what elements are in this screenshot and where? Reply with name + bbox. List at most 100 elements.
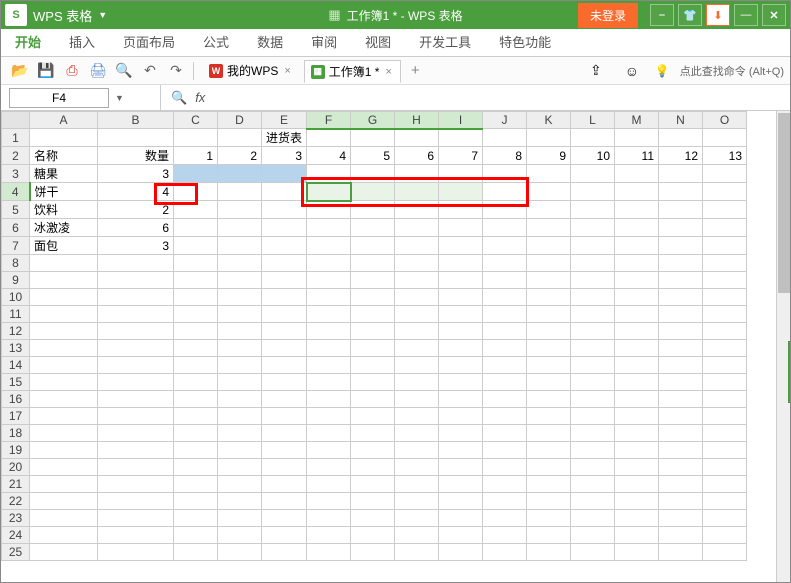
cell-H18[interactable]: [395, 425, 439, 442]
cell-F25[interactable]: [307, 544, 351, 561]
cell-K3[interactable]: [527, 165, 571, 183]
cell-O20[interactable]: [703, 459, 747, 476]
cell-L8[interactable]: [571, 255, 615, 272]
cell-O21[interactable]: [703, 476, 747, 493]
cell-D8[interactable]: [218, 255, 262, 272]
cell-D6[interactable]: [218, 219, 262, 237]
cell-G15[interactable]: [351, 374, 395, 391]
menu-insert[interactable]: 插入: [65, 27, 99, 56]
row-header-16[interactable]: 16: [2, 391, 30, 408]
cell-L4[interactable]: [571, 183, 615, 201]
cell-D24[interactable]: [218, 527, 262, 544]
cell-D23[interactable]: [218, 510, 262, 527]
column-header-G[interactable]: G: [351, 112, 395, 129]
cell-J20[interactable]: [483, 459, 527, 476]
cell-E21[interactable]: [262, 476, 307, 493]
cell-A24[interactable]: [30, 527, 98, 544]
cell-I13[interactable]: [439, 340, 483, 357]
cell-O11[interactable]: [703, 306, 747, 323]
fx-label[interactable]: fx: [195, 90, 205, 105]
cell-A9[interactable]: [30, 272, 98, 289]
cell-I10[interactable]: [439, 289, 483, 306]
cell-E2[interactable]: 3: [262, 147, 307, 165]
cell-G16[interactable]: [351, 391, 395, 408]
tab-close-icon[interactable]: ×: [282, 65, 292, 77]
cell-K7[interactable]: [527, 237, 571, 255]
row-header-21[interactable]: 21: [2, 476, 30, 493]
row-header-11[interactable]: 11: [2, 306, 30, 323]
cell-M6[interactable]: [615, 219, 659, 237]
cell-J8[interactable]: [483, 255, 527, 272]
cell-B12[interactable]: [98, 323, 174, 340]
cell-G13[interactable]: [351, 340, 395, 357]
cell-H21[interactable]: [395, 476, 439, 493]
cell-E17[interactable]: [262, 408, 307, 425]
cell-K21[interactable]: [527, 476, 571, 493]
cell-M15[interactable]: [615, 374, 659, 391]
cell-B22[interactable]: [98, 493, 174, 510]
cell-F24[interactable]: [307, 527, 351, 544]
cell-G5[interactable]: [351, 201, 395, 219]
cell-O24[interactable]: [703, 527, 747, 544]
export-pdf-icon[interactable]: ⎙: [63, 62, 81, 80]
cell-E9[interactable]: [262, 272, 307, 289]
cell-F21[interactable]: [307, 476, 351, 493]
cell-H7[interactable]: [395, 237, 439, 255]
cell-J2[interactable]: 8: [483, 147, 527, 165]
cell-D4[interactable]: [218, 183, 262, 201]
cell-K13[interactable]: [527, 340, 571, 357]
insert-function-icon[interactable]: 🔍: [171, 90, 187, 106]
cell-B21[interactable]: [98, 476, 174, 493]
cell-B5[interactable]: 2: [98, 201, 174, 219]
cell-E14[interactable]: [262, 357, 307, 374]
cell-B7[interactable]: 3: [98, 237, 174, 255]
cell-K14[interactable]: [527, 357, 571, 374]
cell-A10[interactable]: [30, 289, 98, 306]
cell-A25[interactable]: [30, 544, 98, 561]
cell-J23[interactable]: [483, 510, 527, 527]
cell-I24[interactable]: [439, 527, 483, 544]
cell-L3[interactable]: [571, 165, 615, 183]
cell-D19[interactable]: [218, 442, 262, 459]
cell-H19[interactable]: [395, 442, 439, 459]
cell-A3[interactable]: 糖果: [30, 165, 98, 183]
cell-N10[interactable]: [659, 289, 703, 306]
row-header-7[interactable]: 7: [2, 237, 30, 255]
cell-J15[interactable]: [483, 374, 527, 391]
cell-N13[interactable]: [659, 340, 703, 357]
command-search[interactable]: 点此查找命令 (Alt+Q): [680, 63, 784, 79]
name-box-dropdown[interactable]: ▼: [113, 91, 126, 105]
cell-A7[interactable]: 面包: [30, 237, 98, 255]
cell-K16[interactable]: [527, 391, 571, 408]
cell-O6[interactable]: [703, 219, 747, 237]
column-header-B[interactable]: B: [98, 112, 174, 129]
cell-A8[interactable]: [30, 255, 98, 272]
menu-start[interactable]: 开始: [11, 27, 45, 56]
cell-J18[interactable]: [483, 425, 527, 442]
print-preview-icon[interactable]: 🔍: [115, 62, 133, 80]
row-header-6[interactable]: 6: [2, 219, 30, 237]
cell-E15[interactable]: [262, 374, 307, 391]
cell-I25[interactable]: [439, 544, 483, 561]
cell-C7[interactable]: [174, 237, 218, 255]
cell-C4[interactable]: [174, 183, 218, 201]
cell-A22[interactable]: [30, 493, 98, 510]
cell-L2[interactable]: 10: [571, 147, 615, 165]
cell-N11[interactable]: [659, 306, 703, 323]
column-header-N[interactable]: N: [659, 112, 703, 129]
cell-M3[interactable]: [615, 165, 659, 183]
cell-A16[interactable]: [30, 391, 98, 408]
cell-E12[interactable]: [262, 323, 307, 340]
row-header-22[interactable]: 22: [2, 493, 30, 510]
cell-G4[interactable]: [351, 183, 395, 201]
cell-O10[interactable]: [703, 289, 747, 306]
cell-F10[interactable]: [307, 289, 351, 306]
cell-K1[interactable]: [527, 129, 571, 147]
cell-E8[interactable]: [262, 255, 307, 272]
download-button[interactable]: ⬇: [706, 4, 730, 26]
column-header-D[interactable]: D: [218, 112, 262, 129]
cell-L17[interactable]: [571, 408, 615, 425]
cell-F11[interactable]: [307, 306, 351, 323]
cell-N14[interactable]: [659, 357, 703, 374]
row-header-17[interactable]: 17: [2, 408, 30, 425]
